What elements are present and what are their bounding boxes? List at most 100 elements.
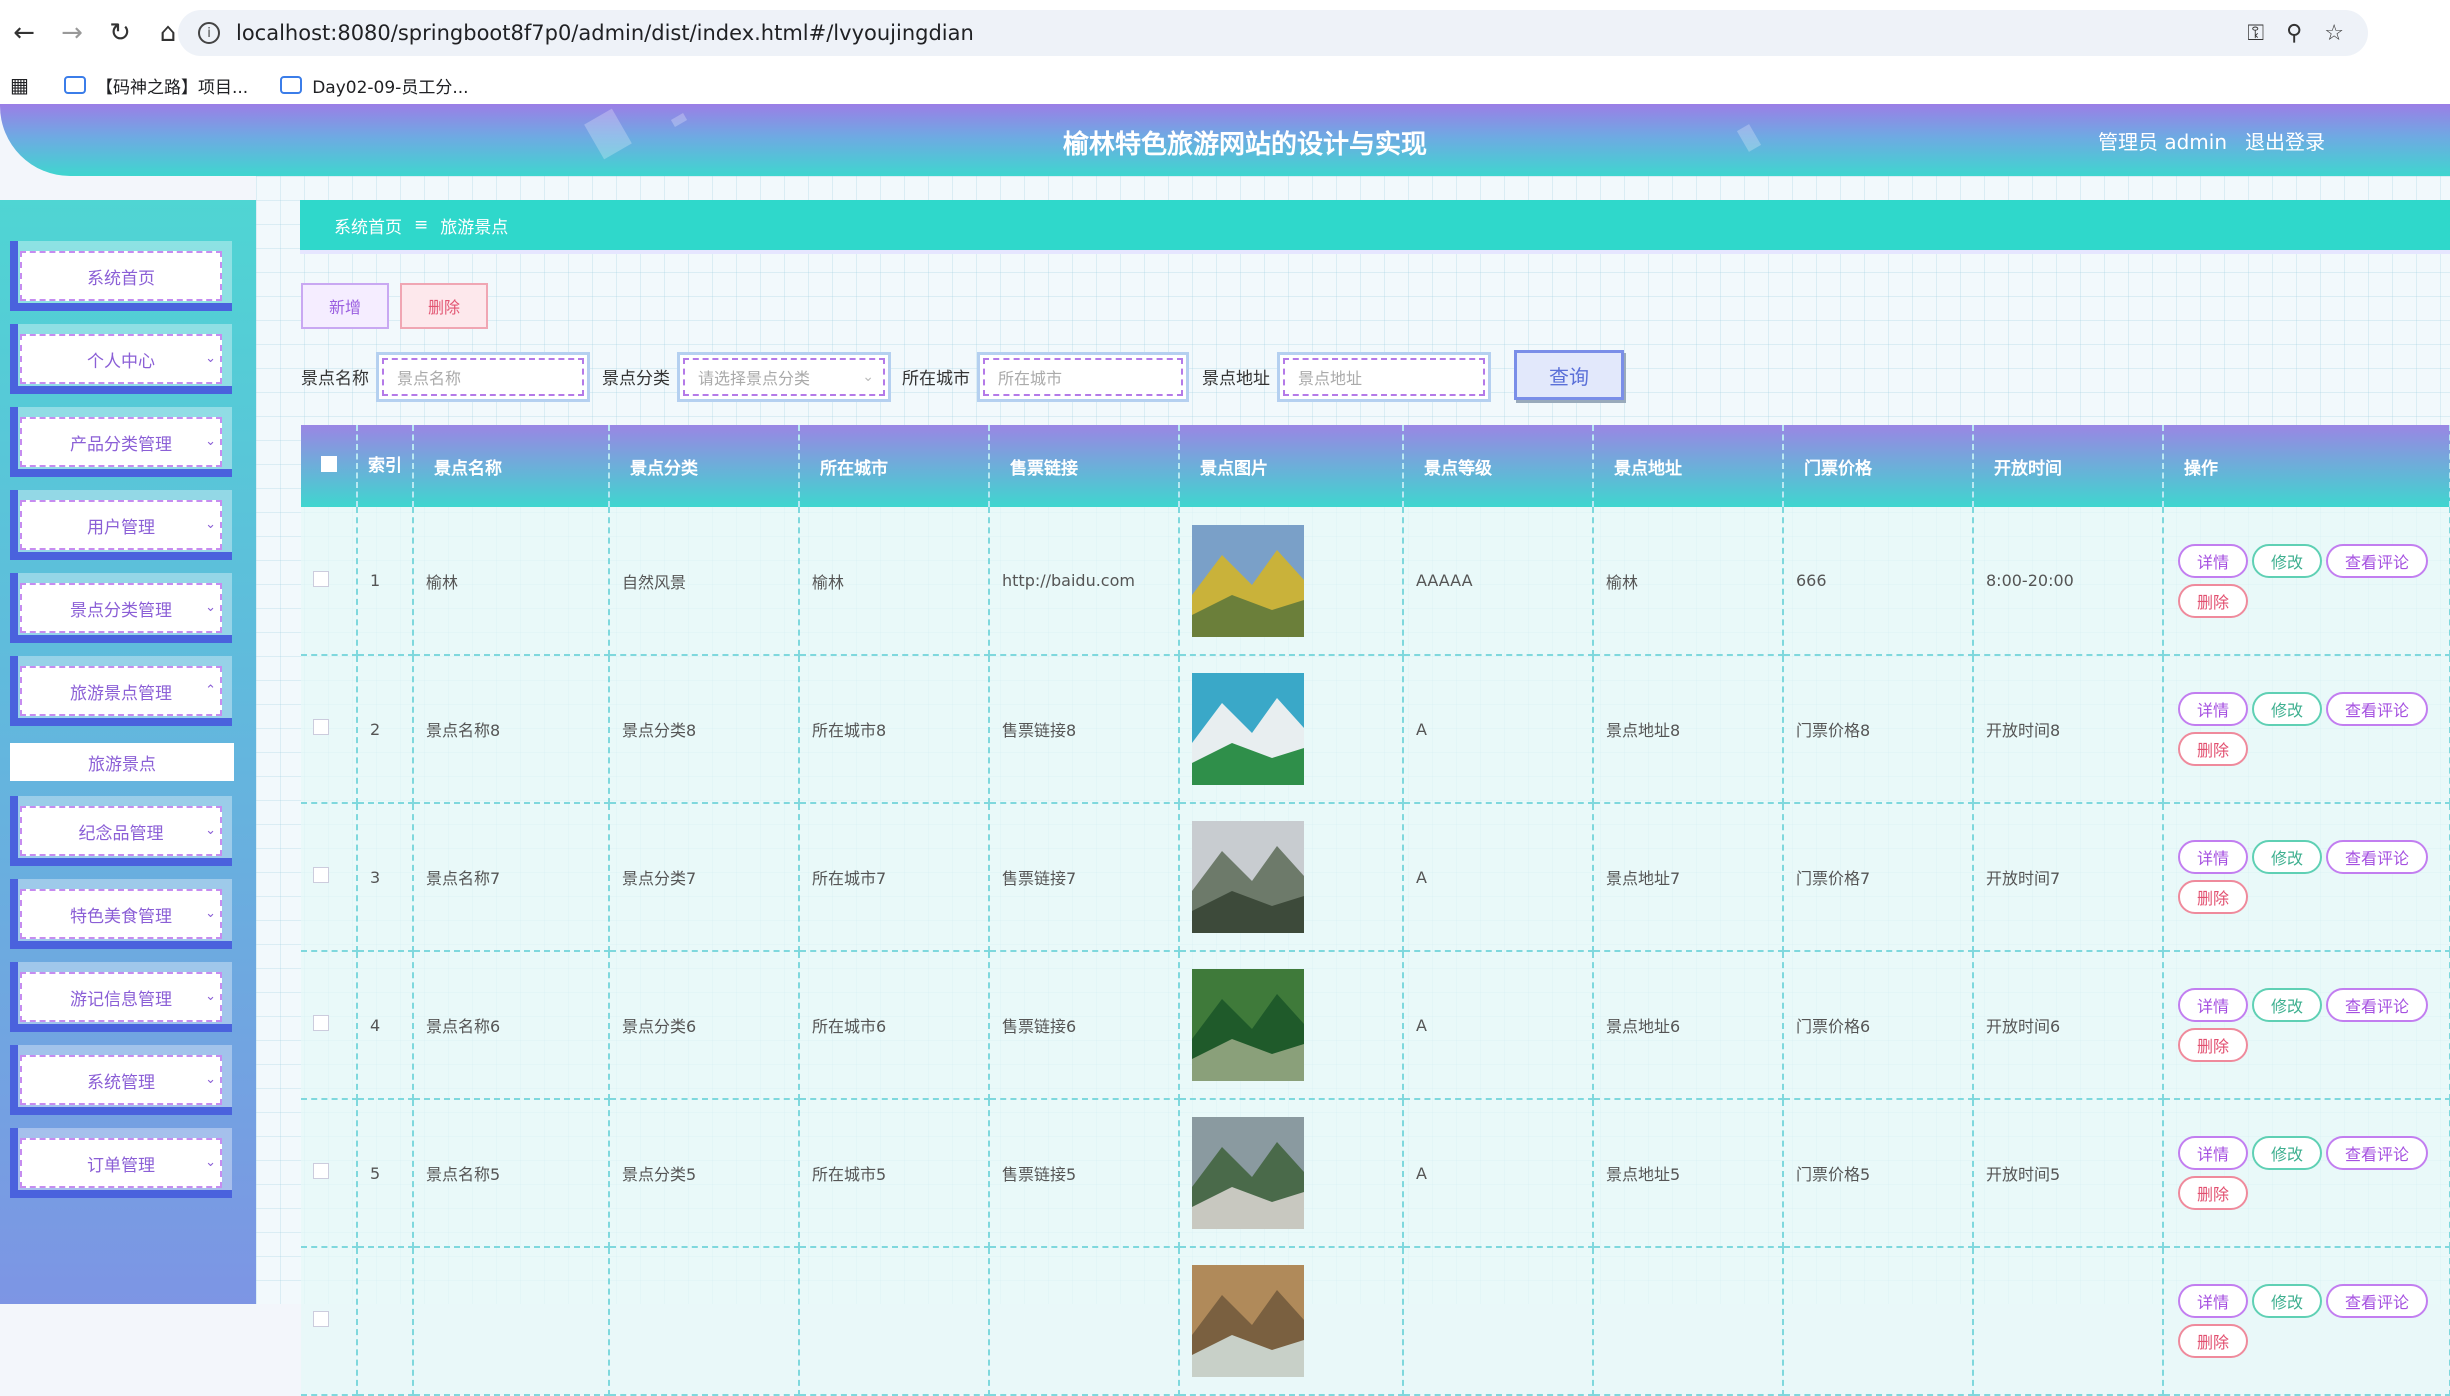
site-info-icon[interactable]: i — [198, 22, 220, 44]
query-button[interactable]: 查询 — [1514, 350, 1624, 400]
bookmark-item[interactable]: Day02-09-员工分... — [280, 73, 469, 98]
user-name: 管理员 admin — [2098, 130, 2228, 154]
row-checkbox[interactable] — [313, 1015, 329, 1031]
scenic-photo[interactable] — [1192, 821, 1304, 933]
cell-address: 景点地址6 — [1593, 951, 1784, 1100]
row-delete-button[interactable]: 删除 — [2178, 1028, 2248, 1062]
view-review-button[interactable]: 查看评论 — [2326, 988, 2428, 1022]
sidebar-item-personal[interactable]: 个人中心 ⌄ — [10, 324, 232, 394]
back-icon[interactable]: ← — [0, 9, 48, 57]
url-text: localhost:8080/springboot8f7p0/admin/dis… — [236, 21, 974, 45]
row-delete-button[interactable]: 删除 — [2178, 1324, 2248, 1358]
row-checkbox[interactable] — [313, 1311, 329, 1327]
cell-index: 3 — [357, 803, 414, 952]
edit-button[interactable]: 修改 — [2252, 543, 2322, 578]
cell-name: 榆林 — [413, 507, 610, 656]
select-all-checkbox[interactable] — [321, 455, 337, 472]
cell-category: 自然风景 — [609, 507, 800, 656]
address-bar[interactable]: i localhost:8080/springboot8f7p0/admin/d… — [178, 10, 2368, 56]
cell-level: A — [1403, 951, 1594, 1100]
table-row: 详情 修改 查看评论删除 — [301, 1247, 2450, 1396]
scenic-photo[interactable] — [1192, 969, 1304, 1081]
edit-button[interactable]: 修改 — [2252, 692, 2322, 726]
browser-chrome: ← → ↻ ⌂ i localhost:8080/springboot8f7p0… — [0, 0, 2450, 104]
chevron-down-icon: ⌄ — [205, 823, 216, 838]
sidebar-item-scenic-spots[interactable]: 旅游景点管理 ⌃ — [10, 656, 232, 726]
view-review-button[interactable]: 查看评论 — [2326, 692, 2428, 726]
cell-city: 所在城市8 — [799, 655, 990, 804]
cell-hours: 开放时间7 — [1973, 803, 2164, 952]
breadcrumb-home[interactable]: 系统首页 — [334, 213, 402, 238]
detail-button[interactable]: 详情 — [2178, 840, 2248, 874]
col-header: 门票价格 — [1783, 425, 1974, 507]
edit-button[interactable]: 修改 — [2252, 1284, 2322, 1318]
row-checkbox[interactable] — [313, 867, 329, 883]
edit-button[interactable]: 修改 — [2252, 840, 2322, 874]
view-review-button[interactable]: 查看评论 — [2326, 543, 2428, 578]
cell-image — [1179, 507, 1404, 656]
cell-level: A — [1403, 655, 1594, 804]
detail-button[interactable]: 详情 — [2178, 1136, 2248, 1170]
key-icon[interactable]: ⚿ — [2247, 21, 2264, 46]
sidebar-item-users[interactable]: 用户管理 ⌄ — [10, 490, 232, 560]
filter-name-input[interactable]: 景点名称 — [376, 352, 590, 402]
cell-address — [1593, 1247, 1784, 1396]
detail-button[interactable]: 详情 — [2178, 988, 2248, 1022]
row-delete-button[interactable]: 删除 — [2178, 732, 2248, 766]
cell-name: 景点名称7 — [413, 803, 610, 952]
star-icon[interactable]: ☆ — [2324, 21, 2344, 46]
bookmark-item[interactable]: 【码神之路】项目... — [64, 73, 248, 98]
cell-actions: 详情 修改 查看评论删除 — [2163, 803, 2450, 952]
sidebar-subitem-scenic-spot[interactable]: 旅游景点 — [10, 743, 234, 781]
sidebar-item-orders[interactable]: 订单管理 ⌄ — [10, 1128, 232, 1198]
row-delete-button[interactable]: 删除 — [2178, 583, 2248, 618]
cell-level: A — [1403, 803, 1594, 952]
edit-button[interactable]: 修改 — [2252, 988, 2322, 1022]
scenic-photo[interactable] — [1192, 673, 1304, 785]
detail-button[interactable]: 详情 — [2178, 1284, 2248, 1318]
detail-button[interactable]: 详情 — [2178, 692, 2248, 726]
forward-icon[interactable]: → — [48, 9, 96, 57]
filter-category-select[interactable]: 请选择景点分类 ⌄ — [677, 352, 891, 402]
scenic-photo[interactable] — [1192, 524, 1304, 637]
sidebar-item-home[interactable]: 系统首页 — [10, 241, 232, 311]
edit-button[interactable]: 修改 — [2252, 1136, 2322, 1170]
cell-price — [1783, 1247, 1974, 1396]
filter-address-input[interactable]: 景点地址 — [1277, 352, 1491, 402]
sidebar-item-travelogue[interactable]: 游记信息管理 ⌄ — [10, 962, 232, 1032]
row-delete-button[interactable]: 删除 — [2178, 1176, 2248, 1210]
add-button[interactable]: 新增 — [301, 283, 389, 329]
sidebar-item-food[interactable]: 特色美食管理 ⌄ — [10, 879, 232, 949]
cell-index: 5 — [357, 1099, 414, 1248]
row-select-cell — [301, 655, 358, 804]
scenic-photo[interactable] — [1192, 1265, 1304, 1377]
bilibili-icon — [64, 76, 86, 94]
view-review-button[interactable]: 查看评论 — [2326, 1284, 2428, 1318]
view-review-button[interactable]: 查看评论 — [2326, 1136, 2428, 1170]
sidebar-item-system[interactable]: 系统管理 ⌄ — [10, 1045, 232, 1115]
zoom-icon[interactable]: ⚲ — [2286, 21, 2302, 46]
view-review-button[interactable]: 查看评论 — [2326, 840, 2428, 874]
row-checkbox[interactable] — [313, 1163, 329, 1179]
cell-address: 景点地址5 — [1593, 1099, 1784, 1248]
filter-city-input[interactable]: 所在城市 — [977, 352, 1189, 402]
apps-icon[interactable]: ▦ — [0, 73, 40, 97]
row-checkbox[interactable] — [313, 719, 329, 735]
scenic-photo[interactable] — [1192, 1117, 1304, 1229]
breadcrumb-divider — [300, 250, 2450, 254]
sidebar-item-souvenir[interactable]: 纪念品管理 ⌄ — [10, 796, 232, 866]
row-checkbox[interactable] — [313, 570, 329, 587]
row-delete-button[interactable]: 删除 — [2178, 880, 2248, 914]
sidebar-item-scenic-category[interactable]: 景点分类管理 ⌄ — [10, 573, 232, 643]
cell-category: 景点分类8 — [609, 655, 800, 804]
table-row: 3 景点名称7 景点分类7 所在城市7 售票链接7 A 景点地址7 门票价格7 开放时间7 详情修… — [301, 803, 2450, 952]
cell-name: 景点名称8 — [413, 655, 610, 804]
delete-button[interactable]: 删除 — [400, 283, 488, 329]
cell-price: 门票价格7 — [1783, 803, 1974, 952]
logout-link[interactable]: 退出登录 — [2245, 126, 2325, 155]
cell-address: 景点地址8 — [1593, 655, 1784, 804]
reload-icon[interactable]: ↻ — [96, 9, 144, 57]
chevron-down-icon: ⌄ — [862, 369, 874, 385]
detail-button[interactable]: 详情 — [2178, 543, 2248, 578]
sidebar-item-product-category[interactable]: 产品分类管理 ⌄ — [10, 407, 232, 477]
